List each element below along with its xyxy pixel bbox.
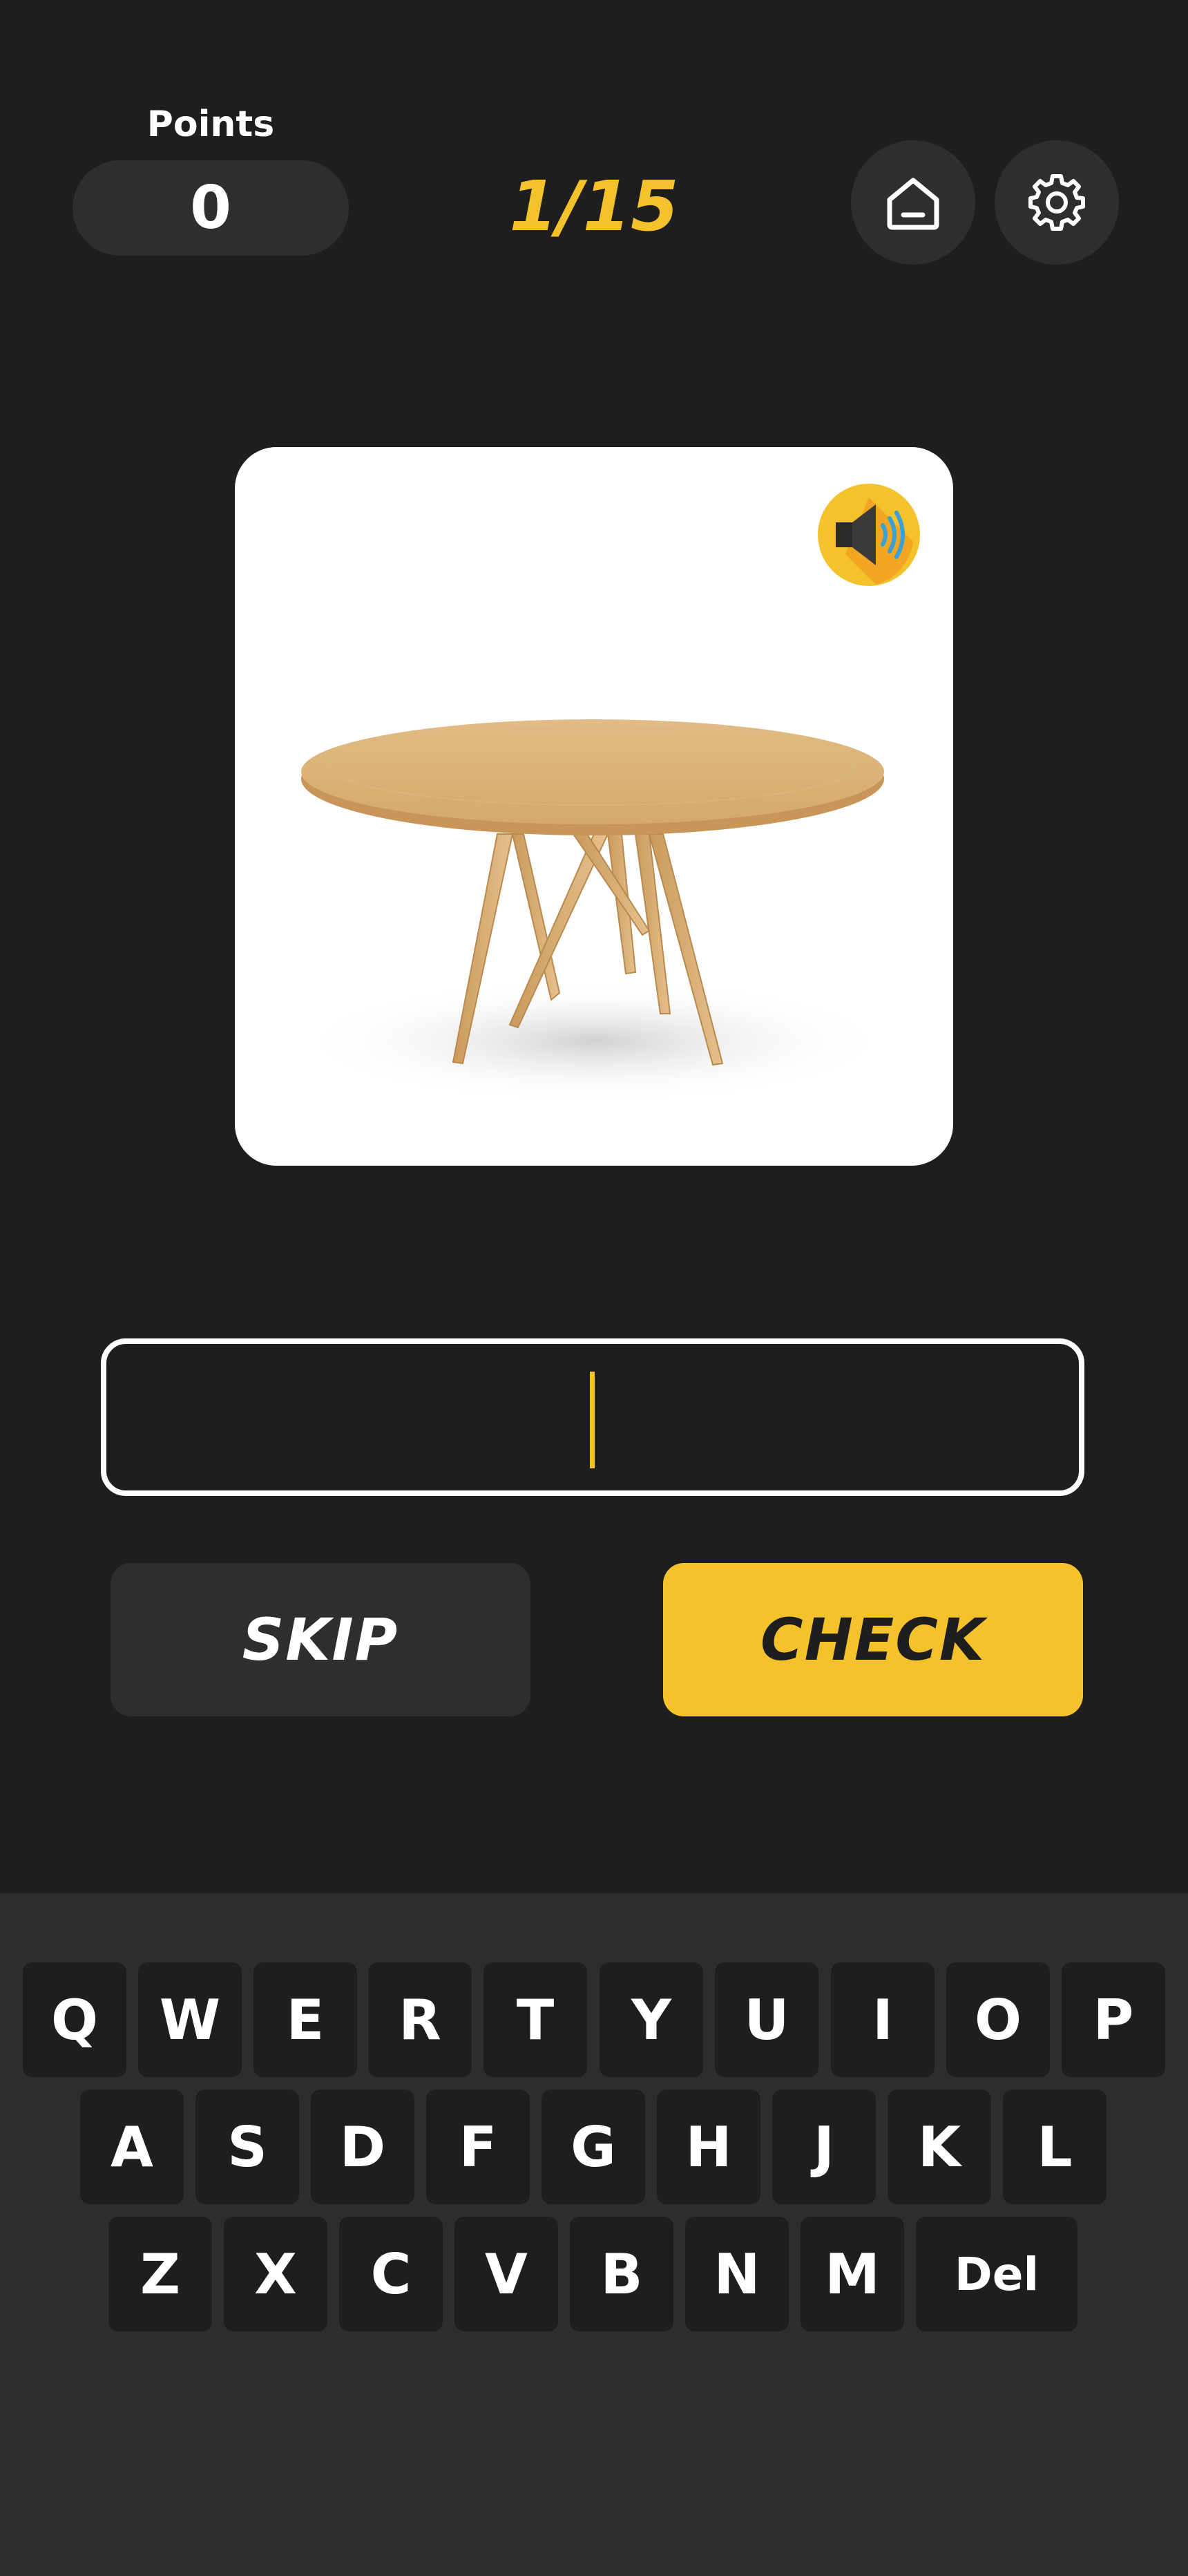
key-h[interactable]: H (657, 2090, 760, 2204)
skip-button[interactable]: SKIP (111, 1563, 530, 1716)
key-u[interactable]: U (715, 1962, 818, 2077)
gear-icon (1028, 174, 1085, 231)
key-t[interactable]: T (483, 1962, 587, 2077)
key-i[interactable]: I (831, 1962, 935, 2077)
key-b[interactable]: B (570, 2217, 673, 2331)
key-p[interactable]: P (1062, 1962, 1165, 2077)
key-e[interactable]: E (253, 1962, 357, 2077)
key-o[interactable]: O (946, 1962, 1050, 2077)
key-j[interactable]: J (772, 2090, 876, 2204)
points-label: Points (146, 104, 275, 145)
key-f[interactable]: F (426, 2090, 530, 2204)
delete-key[interactable]: Del (916, 2217, 1077, 2331)
key-r[interactable]: R (368, 1962, 472, 2077)
key-m[interactable]: M (801, 2217, 904, 2331)
key-c[interactable]: C (339, 2217, 443, 2331)
speaker-icon (818, 484, 920, 586)
points-value: 0 (190, 173, 231, 243)
key-x[interactable]: X (224, 2217, 327, 2331)
key-s[interactable]: S (195, 2090, 299, 2204)
key-n[interactable]: N (685, 2217, 789, 2331)
key-g[interactable]: G (542, 2090, 645, 2204)
home-icon (887, 178, 939, 230)
key-v[interactable]: V (454, 2217, 558, 2331)
settings-button[interactable] (995, 140, 1119, 265)
key-q[interactable]: Q (23, 1962, 126, 2077)
key-y[interactable]: Y (600, 1962, 703, 2077)
on-screen-keyboard: Q W E R T Y U I O P A S D F G H J K L Z … (0, 1893, 1188, 2576)
text-caret (590, 1372, 595, 1468)
sound-button[interactable] (818, 484, 920, 586)
key-a[interactable]: A (80, 2090, 184, 2204)
points-counter: 0 (73, 160, 349, 256)
question-progress: 1/15 (509, 166, 679, 247)
home-button[interactable] (851, 140, 975, 265)
key-d[interactable]: D (311, 2090, 414, 2204)
check-button[interactable]: CHECK (663, 1563, 1083, 1716)
key-l[interactable]: L (1003, 2090, 1106, 2204)
key-w[interactable]: W (138, 1962, 242, 2077)
key-k[interactable]: K (888, 2090, 991, 2204)
key-z[interactable]: Z (108, 2217, 212, 2331)
